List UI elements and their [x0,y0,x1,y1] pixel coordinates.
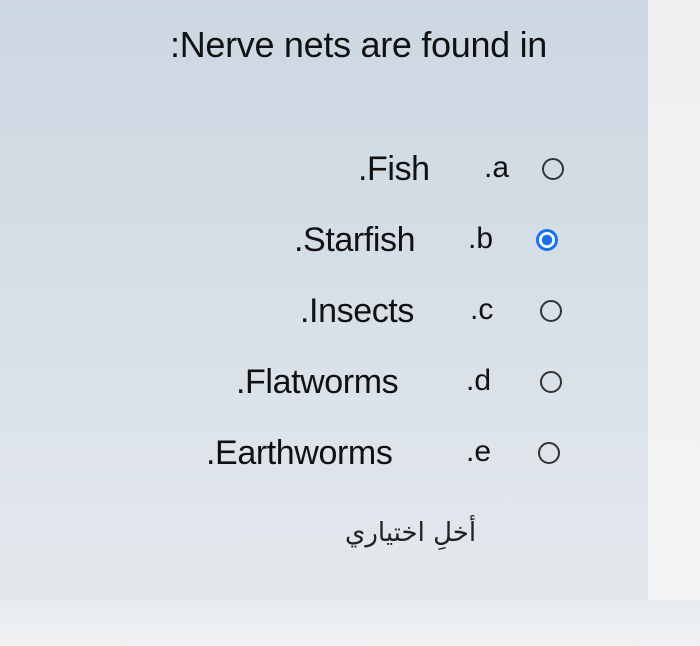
answer-options: .Fish .a .Starfish .b .Insects .c .Flatw… [0,0,700,646]
option-c-letter: .c [470,293,494,326]
option-a-label[interactable]: .Fish [358,147,430,191]
option-b-letter: .b [468,222,494,255]
option-a-radio[interactable] [542,158,564,180]
option-e-radio[interactable] [538,442,560,464]
quiz-screen: :Nerve nets are found in .Fish .a .Starf… [0,0,700,646]
option-e-label[interactable]: .Earthworms [206,431,393,475]
clear-choice-link[interactable]: أخلِ اختياري [345,518,476,548]
option-b-radio[interactable] [536,229,558,251]
option-b-label[interactable]: .Starfish [294,218,416,262]
option-d-letter: .d [466,364,492,397]
option-a-letter: .a [484,151,510,184]
option-c-radio[interactable] [540,300,562,322]
option-d-label[interactable]: .Flatworms [236,360,399,404]
option-c-label[interactable]: .Insects [300,289,414,333]
option-e-letter: .e [466,435,492,468]
option-d-radio[interactable] [540,371,562,393]
